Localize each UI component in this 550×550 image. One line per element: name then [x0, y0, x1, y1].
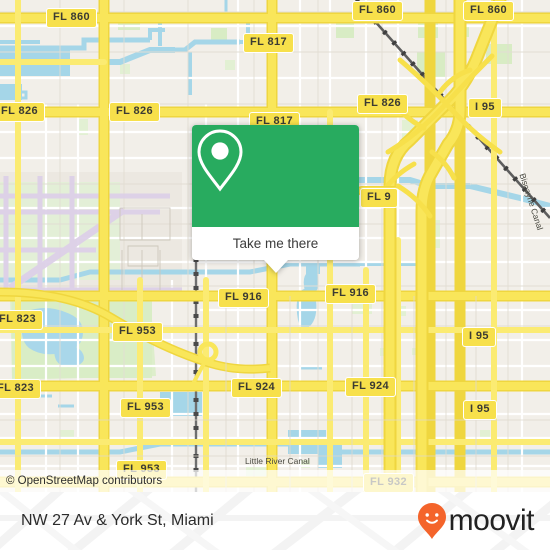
page-title: NW 27 Av & York St, Miami	[21, 512, 214, 529]
shield-label[interactable]: FL 826	[357, 94, 409, 114]
moovit-logo[interactable]: moovit	[417, 502, 535, 540]
map-pin-icon	[197, 129, 243, 192]
shield-label[interactable]: FL 817	[243, 33, 295, 53]
shield-label[interactable]: I 95	[463, 400, 497, 420]
shield-label[interactable]: I 95	[462, 327, 496, 347]
popup-pointer-tail	[264, 260, 288, 273]
shield-label[interactable]: FL 953	[112, 322, 164, 342]
moovit-map-screen: FL 860 FL 860 FL 860 FL 817 FL 826 FL 82…	[0, 0, 550, 550]
shield-label[interactable]: FL 9	[360, 188, 399, 208]
map-canvas[interactable]: FL 860 FL 860 FL 860 FL 817 FL 826 FL 82…	[0, 0, 550, 492]
location-popup-card[interactable]: Take me there	[192, 125, 359, 273]
popup-card-body: Take me there	[192, 125, 359, 260]
shield-label[interactable]: FL 823	[0, 310, 44, 330]
attribution-text: © OpenStreetMap contributors	[6, 475, 163, 487]
shield-label[interactable]: FL 823	[0, 379, 42, 399]
shield-label[interactable]: FL 860	[46, 8, 98, 28]
moovit-pin-icon	[417, 503, 446, 539]
shield-label[interactable]: FL 860	[463, 1, 515, 21]
shield-label[interactable]: FL 826	[0, 102, 46, 122]
shield-label[interactable]: FL 953	[120, 398, 172, 418]
shield-label[interactable]: FL 924	[231, 378, 283, 398]
water-label-little-river-canal: Little River Canal	[245, 456, 310, 466]
take-me-there-label: Take me there	[232, 236, 319, 251]
shield-label[interactable]: FL 924	[345, 377, 397, 397]
shield-label[interactable]: FL 860	[352, 1, 404, 21]
shield-label[interactable]: I 95	[468, 98, 502, 118]
shield-label[interactable]: FL 826	[109, 102, 161, 122]
popup-icon-area	[192, 125, 359, 227]
footer-bar: NW 27 Av & York St, Miami moovit	[0, 492, 550, 550]
shield-label[interactable]: FL 916	[218, 288, 270, 308]
shield-label[interactable]: FL 916	[325, 284, 377, 304]
map-attribution: © OpenStreetMap contributors	[0, 470, 550, 492]
moovit-wordmark: moovit	[448, 504, 535, 537]
popup-action-bar[interactable]: Take me there	[192, 227, 359, 260]
